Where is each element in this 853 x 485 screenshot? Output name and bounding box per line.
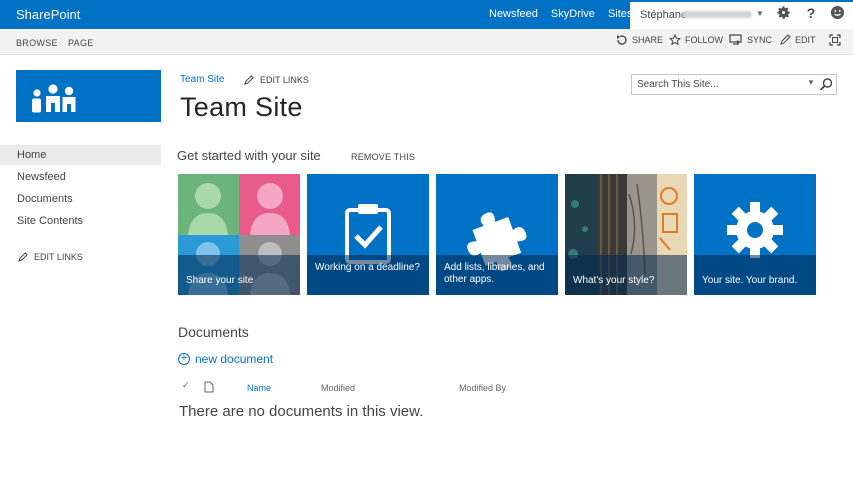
suite-links: Newsfeed SkyDrive Sites — [489, 0, 645, 29]
documents-title[interactable]: Documents — [178, 324, 249, 340]
get-started-title: Get started with your site — [177, 148, 321, 163]
share-button[interactable]: SHARE — [616, 34, 663, 46]
select-all-checkmark-icon[interactable]: ✓ — [182, 380, 190, 391]
suite-link-newsfeed[interactable]: Newsfeed — [489, 0, 538, 29]
tile-caption: Your site. Your brand. — [694, 255, 816, 295]
tile-working-on-a-deadline[interactable]: Working on a deadline? — [307, 174, 429, 295]
nav-edit-links-label: EDIT LINKS — [34, 252, 83, 262]
follow-label: FOLLOW — [685, 35, 724, 45]
focus-icon — [829, 34, 841, 46]
sync-button[interactable]: SYNC — [729, 34, 772, 46]
breadcrumb[interactable]: Team Site — [180, 74, 224, 85]
people-icon — [32, 84, 76, 113]
pencil-icon — [244, 75, 254, 85]
new-document-button[interactable]: + new document — [178, 352, 273, 366]
chevron-down-icon[interactable]: ▼ — [756, 9, 764, 18]
search-icon[interactable] — [818, 77, 834, 92]
tile-your-site-your-brand[interactable]: Your site. Your brand. — [694, 174, 816, 295]
follow-button[interactable]: FOLLOW — [669, 34, 723, 46]
user-surname-redacted — [682, 11, 752, 18]
focus-on-content-button[interactable] — [829, 34, 845, 46]
nav-item-newsfeed[interactable]: Newsfeed — [0, 167, 161, 187]
chevron-down-icon[interactable]: ▼ — [807, 78, 815, 87]
ribbon-bar: BROWSE PAGE SHARE FOLLOW SYNC EDIT — [0, 29, 853, 55]
sync-icon — [729, 34, 742, 45]
nav-item-home[interactable]: Home — [0, 145, 161, 165]
tile-caption: What's your style? — [565, 255, 687, 295]
search-box: ▼ — [631, 74, 837, 95]
pencil-icon — [18, 252, 28, 262]
page-title: Team Site — [180, 92, 303, 122]
share-icon — [617, 35, 627, 45]
user-name[interactable]: Stéphane — [640, 9, 687, 21]
new-document-label: new document — [195, 352, 274, 366]
tile-add-lists-libraries-apps[interactable]: Add lists, libraries, and other apps. — [436, 174, 558, 295]
tile-share-your-site[interactable]: Share your site — [178, 174, 300, 295]
sharepoint-brand[interactable]: SharePoint — [16, 7, 80, 22]
document-type-icon — [204, 381, 214, 393]
tile-caption: Share your site — [178, 255, 300, 295]
add-icon: + — [178, 353, 190, 365]
empty-view-message: There are no documents in this view. — [179, 403, 424, 420]
tab-page[interactable]: PAGE — [68, 38, 94, 48]
gear-icon[interactable] — [775, 5, 791, 21]
pencil-icon — [780, 34, 791, 45]
column-header-modified-by[interactable]: Modified By — [459, 383, 506, 393]
header-edit-links-label: EDIT LINKS — [260, 75, 309, 85]
nav-item-documents[interactable]: Documents — [0, 189, 161, 209]
suite-link-sites[interactable]: Sites — [608, 0, 632, 29]
smiley-icon[interactable] — [829, 5, 845, 21]
tile-whats-your-style[interactable]: What's your style? — [565, 174, 687, 295]
star-icon — [669, 34, 681, 46]
help-icon[interactable]: ? — [803, 5, 819, 21]
nav-edit-links[interactable]: EDIT LINKS — [18, 252, 83, 262]
site-logo[interactable] — [16, 70, 161, 122]
share-label: SHARE — [632, 35, 664, 45]
nav-item-site-contents[interactable]: Site Contents — [0, 211, 161, 231]
sync-label: SYNC — [747, 35, 773, 45]
remove-this-link[interactable]: REMOVE THIS — [351, 152, 415, 162]
column-header-modified[interactable]: Modified — [321, 383, 355, 393]
header-edit-links[interactable]: EDIT LINKS — [244, 75, 309, 85]
tab-browse[interactable]: BROWSE — [16, 38, 58, 48]
edit-label: EDIT — [795, 34, 816, 45]
edit-button[interactable]: EDIT — [780, 34, 816, 45]
column-header-name[interactable]: Name — [247, 383, 271, 393]
tile-caption: Add lists, libraries, and other apps. — [436, 255, 558, 295]
suite-link-skydrive[interactable]: SkyDrive — [551, 0, 595, 29]
search-input[interactable] — [637, 77, 797, 92]
tile-caption: Working on a deadline? — [307, 255, 429, 295]
